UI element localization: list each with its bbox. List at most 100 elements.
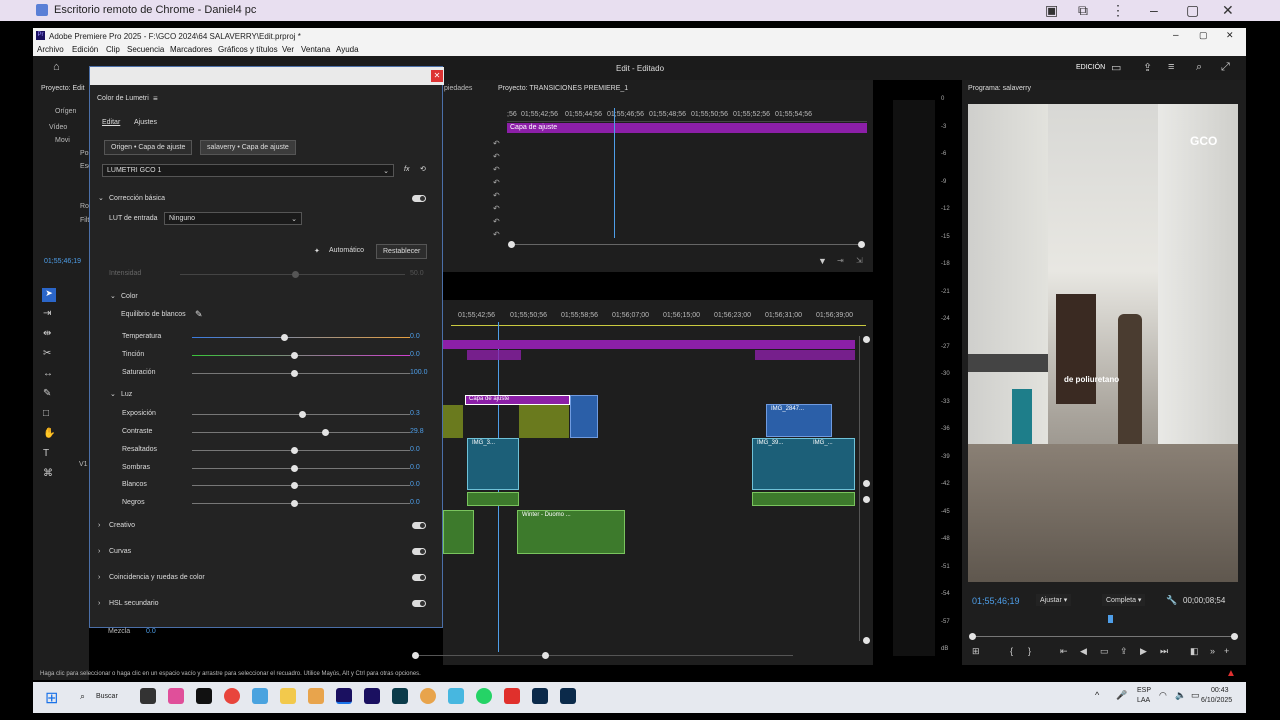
wifi-icon[interactable]: ◠	[1159, 690, 1167, 701]
ripple-edit-icon[interactable]: ⇹	[43, 328, 51, 339]
chevron-down-icon[interactable]: ⌄	[110, 390, 116, 398]
chevron-up-icon[interactable]: ^	[1095, 690, 1099, 700]
slider-track[interactable]	[192, 337, 410, 338]
video-clip[interactable]: IMG_2847...	[766, 404, 832, 437]
home-icon[interactable]: ⌂	[53, 61, 60, 73]
taskbar-time[interactable]: 00:43	[1211, 687, 1229, 694]
track-select-icon[interactable]: ⇥	[43, 308, 51, 319]
program-tab[interactable]: Programa: salaverry	[968, 85, 1031, 92]
slider-knob[interactable]	[280, 334, 288, 341]
extract-icon[interactable]: ⇪	[1120, 646, 1128, 657]
slider-knob[interactable]	[291, 370, 298, 377]
slider-knob[interactable]	[291, 465, 298, 472]
pen-icon[interactable]: ✎	[43, 388, 51, 399]
chrome-icon[interactable]	[420, 688, 436, 704]
hscroll-handle[interactable]	[412, 652, 419, 659]
taskbar-search[interactable]: Buscar	[96, 693, 118, 700]
vscroll-handle[interactable]	[863, 637, 870, 644]
go-to-in-icon[interactable]: ⇤	[1060, 646, 1068, 657]
photoshop-icon[interactable]	[560, 688, 576, 704]
lightroom-icon[interactable]	[532, 688, 548, 704]
whatsapp-icon[interactable]	[476, 688, 492, 704]
battery-icon[interactable]: ▭	[1191, 690, 1200, 701]
app-icon[interactable]	[308, 688, 324, 704]
language-layout[interactable]: LAA	[1137, 697, 1150, 704]
chevron-right-icon[interactable]: ›	[98, 600, 100, 607]
program-timecode[interactable]: 01;55;46;19	[972, 596, 1020, 606]
slider-track[interactable]	[192, 450, 410, 451]
app-icon[interactable]	[252, 688, 268, 704]
slider-value[interactable]: 29.8	[410, 428, 424, 435]
windows-start-icon[interactable]: ⊞	[45, 688, 58, 708]
quality-dropdown[interactable]: Completa ▾	[1102, 594, 1146, 606]
microphone-icon[interactable]: 🎤	[1116, 690, 1127, 701]
wrench-icon[interactable]: 🔧	[1166, 595, 1177, 606]
slider-track[interactable]	[192, 503, 410, 504]
scroll-handle-left[interactable]	[508, 241, 515, 248]
clip-origin-button[interactable]: Origen • Capa de ajuste	[104, 140, 193, 155]
panel-icon[interactable]: ▭	[1111, 61, 1121, 74]
video-clip[interactable]: IMG_39... IMG_...	[752, 438, 855, 490]
comparison-icon[interactable]: ◧	[1190, 646, 1199, 657]
section-curvas[interactable]: Curvas	[109, 548, 131, 555]
video-clip[interactable]	[443, 405, 463, 438]
mark-out-icon[interactable]: }	[1028, 646, 1031, 656]
source-playhead[interactable]	[614, 108, 615, 238]
menu-secuencia[interactable]: Secuencia	[127, 45, 164, 54]
workspace-mode[interactable]: EDICIÓN	[1076, 64, 1105, 71]
video-clip[interactable]: IMG_3...	[467, 438, 519, 490]
slip-icon[interactable]: ↔	[43, 368, 53, 379]
project-transitions-tab[interactable]: Proyecto: TRANSICIONES PREMIERE_1	[498, 85, 628, 92]
hsl-toggle[interactable]	[412, 600, 426, 607]
task-view-icon[interactable]	[140, 688, 156, 704]
properties-tab[interactable]: piedades	[444, 85, 472, 92]
preset-dropdown[interactable]: LUMETRI GCO 1 ⌄	[102, 164, 394, 177]
step-forward-icon[interactable]: ⏭	[1160, 646, 1168, 657]
slider-value[interactable]: 0.0	[410, 499, 420, 506]
slider-knob[interactable]	[299, 411, 307, 418]
timeline-ruler[interactable]: 01;55;42;56 01;55;50;56 01;55;58;56 01;5…	[451, 312, 866, 326]
adjustment-clip[interactable]	[467, 350, 521, 360]
warning-icon[interactable]: ▲	[1226, 668, 1236, 679]
step-back-icon[interactable]: ◀	[1080, 646, 1087, 657]
taskbar-date[interactable]: 6/10/2025	[1201, 697, 1232, 704]
lumetri-menu-icon[interactable]: ≡	[153, 94, 158, 103]
timeline-hscroll[interactable]	[413, 655, 793, 656]
more-icon[interactable]: »	[1210, 646, 1215, 656]
project-item[interactable]: Filt	[80, 217, 89, 224]
tab-ajustes[interactable]: Ajustes	[134, 119, 157, 126]
menu-archivo[interactable]: Archivo	[37, 45, 64, 54]
chevron-down-icon[interactable]: ⌄	[110, 292, 116, 300]
slider-knob[interactable]	[291, 482, 298, 489]
scrubber-handle[interactable]	[969, 633, 976, 640]
slider-value[interactable]: 0.0	[410, 333, 420, 340]
program-playhead[interactable]	[1108, 615, 1113, 623]
video-clip[interactable]	[570, 395, 598, 438]
source-ruler[interactable]: ;56 01;55;42;56 01;55;44;56 01;55;46;56 …	[507, 110, 867, 122]
slider-track[interactable]	[192, 373, 410, 374]
adjustment-layer-clip[interactable]: Capa de ajuste	[465, 395, 570, 405]
slider-knob[interactable]	[291, 352, 298, 359]
premiere-pro-icon[interactable]	[336, 688, 352, 704]
search-icon[interactable]: ⌕	[80, 691, 85, 702]
vscroll-handle[interactable]	[863, 496, 870, 503]
menu-edicion[interactable]: Edición	[72, 45, 98, 54]
slider-value[interactable]: 100.0	[410, 369, 428, 376]
slider-knob[interactable]	[291, 447, 298, 454]
color-match-toggle[interactable]	[412, 574, 426, 581]
app-icon[interactable]	[448, 688, 464, 704]
audio-clip[interactable]: Winter - Duomo ...	[517, 510, 625, 554]
slider-knob[interactable]	[321, 429, 329, 436]
audio-clip[interactable]	[467, 492, 519, 506]
slider-value[interactable]: 0.0	[410, 446, 420, 453]
chevron-right-icon[interactable]: ›	[98, 548, 100, 555]
export-frame-icon[interactable]: ⇲	[856, 256, 863, 265]
fit-dropdown[interactable]: Ajustar ▾	[1036, 594, 1072, 606]
tab-editar[interactable]: Editar	[102, 119, 120, 126]
selection-tool-icon[interactable]: ➤	[42, 288, 56, 302]
slider-track[interactable]	[192, 432, 410, 433]
audio-clip[interactable]	[443, 510, 474, 554]
app-icon[interactable]	[168, 688, 184, 704]
extension-icon[interactable]: ⧉	[1078, 2, 1088, 19]
section-color-match[interactable]: Coincidencia y ruedas de color	[109, 574, 205, 581]
